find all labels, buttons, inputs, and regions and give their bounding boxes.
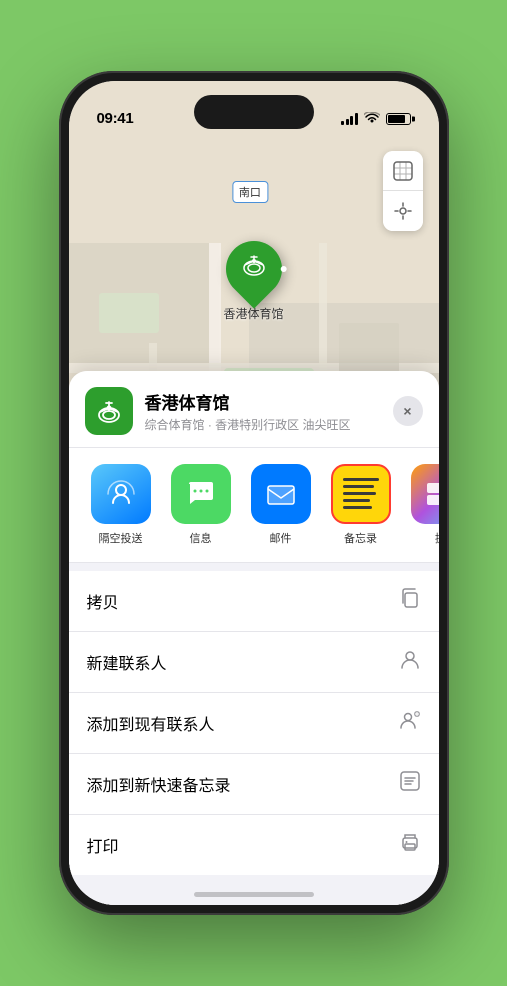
map-controls: [383, 151, 423, 231]
signal-bar-4: [355, 113, 358, 125]
phone-screen: 09:41: [69, 81, 439, 905]
close-button[interactable]: ×: [393, 396, 423, 426]
wifi-icon: [364, 111, 380, 127]
action-add-note[interactable]: 添加到新快速备忘录: [69, 754, 439, 815]
bottom-sheet: 香港体育馆 综合体育馆 · 香港特别行政区 油尖旺区 ×: [69, 371, 439, 905]
new-contact-label: 新建联系人: [87, 650, 167, 674]
location-info: 香港体育馆 综合体育馆 · 香港特别行政区 油尖旺区: [145, 389, 381, 433]
status-icons: [341, 111, 411, 127]
copy-icon: [399, 587, 421, 615]
signal-bars-icon: [341, 113, 358, 125]
share-items-container: 隔空投送 信息: [85, 464, 439, 546]
status-time: 09:41: [97, 110, 134, 127]
notes-label: 备忘录: [344, 530, 377, 546]
print-icon: [399, 831, 421, 859]
signal-bar-3: [350, 116, 353, 125]
location-subtitle: 综合体育馆 · 香港特别行政区 油尖旺区: [145, 416, 381, 433]
stadium-marker[interactable]: 香港体育馆: [223, 241, 283, 322]
map-label: 南口: [232, 181, 268, 203]
action-copy[interactable]: 拷贝: [69, 571, 439, 632]
location-icon: [85, 387, 133, 435]
action-list: 拷贝 新建联系人: [69, 571, 439, 875]
new-contact-icon: [399, 648, 421, 676]
marker-pin-inner: [239, 252, 267, 286]
map-label-text: 南口: [239, 187, 261, 199]
share-row: 隔空投送 信息: [69, 448, 439, 563]
dynamic-island: [194, 95, 314, 129]
marker-pin: [214, 229, 293, 308]
more-icon: [411, 464, 439, 524]
print-label: 打印: [87, 833, 119, 857]
share-item-notes[interactable]: 备忘录: [325, 464, 397, 546]
copy-label: 拷贝: [87, 589, 119, 613]
add-note-icon: [399, 770, 421, 798]
airdrop-label: 隔空投送: [99, 530, 143, 546]
battery-icon: [386, 113, 411, 125]
signal-bar-2: [346, 119, 349, 125]
map-type-button[interactable]: [383, 151, 423, 191]
action-add-existing[interactable]: 添加到现有联系人: [69, 693, 439, 754]
airdrop-icon: [91, 464, 151, 524]
messages-label: 信息: [190, 530, 212, 546]
share-item-mail[interactable]: 邮件: [245, 464, 317, 546]
action-new-contact[interactable]: 新建联系人: [69, 632, 439, 693]
action-print[interactable]: 打印: [69, 815, 439, 875]
add-existing-label: 添加到现有联系人: [87, 711, 215, 735]
add-existing-icon: [399, 709, 421, 737]
add-note-label: 添加到新快速备忘录: [87, 772, 231, 796]
location-name: 香港体育馆: [145, 389, 381, 414]
notes-icon: [331, 464, 391, 524]
location-header: 香港体育馆 综合体育馆 · 香港特别行政区 油尖旺区 ×: [69, 371, 439, 448]
phone-frame: 09:41: [59, 71, 449, 915]
more-label: 提: [435, 530, 439, 546]
home-indicator: [194, 892, 314, 897]
signal-bar-1: [341, 121, 344, 125]
mail-label: 邮件: [270, 530, 292, 546]
battery-fill: [388, 115, 406, 123]
mail-icon: [251, 464, 311, 524]
messages-icon: [171, 464, 231, 524]
share-item-airdrop[interactable]: 隔空投送: [85, 464, 157, 546]
share-item-messages[interactable]: 信息: [165, 464, 237, 546]
share-item-more[interactable]: 提: [405, 464, 439, 546]
location-button[interactable]: [383, 191, 423, 231]
